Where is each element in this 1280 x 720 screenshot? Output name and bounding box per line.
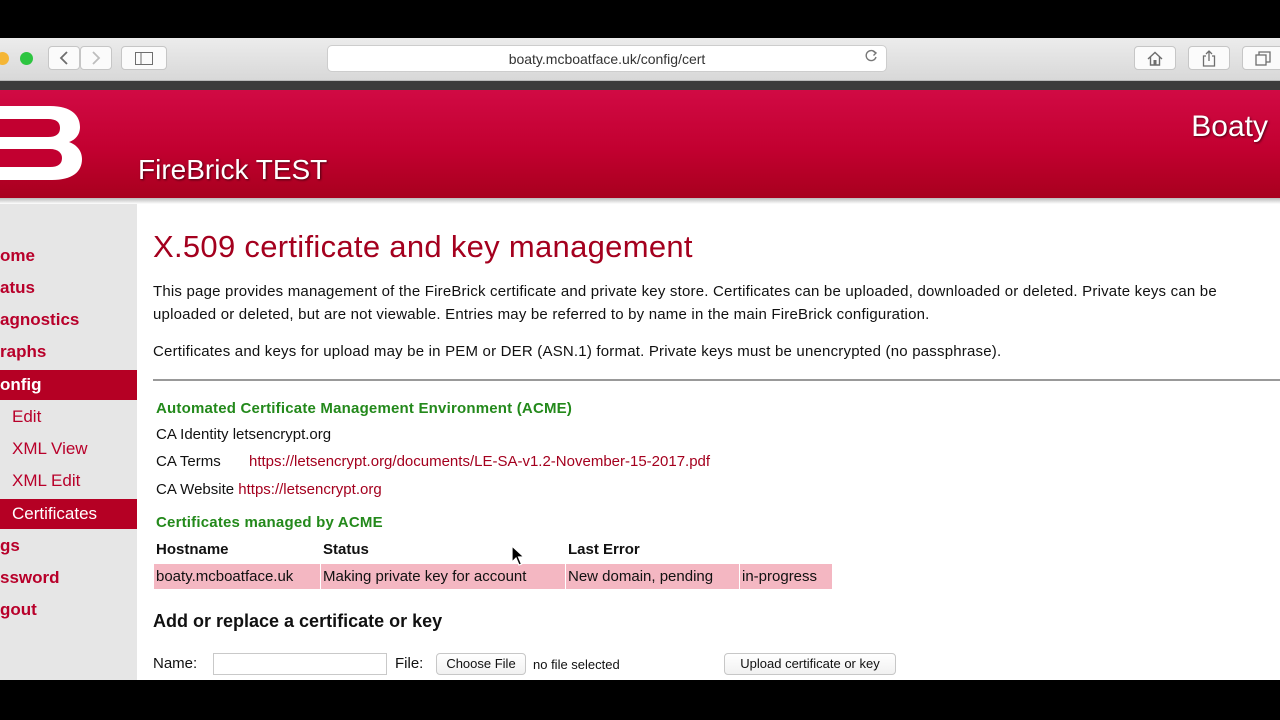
- sidebar-item[interactable]: agnostics: [0, 305, 137, 335]
- upload-button[interactable]: Upload certificate or key: [724, 653, 896, 675]
- sidebar-item-label: onfig: [0, 375, 42, 394]
- sidebar-item[interactable]: atus: [0, 273, 137, 303]
- no-file-text: no file selected: [533, 657, 620, 672]
- ca-website-row: CA Website https://letsencrypt.org: [156, 481, 382, 498]
- sidebar-item[interactable]: raphs: [0, 337, 137, 367]
- tab-strip: [0, 81, 1280, 90]
- url-text: boaty.mcboatface.uk/config/cert: [508, 51, 706, 67]
- reload-icon[interactable]: [864, 49, 878, 67]
- ca-terms-label: CA Terms: [156, 453, 221, 470]
- sidebar-item-label: Certificates: [12, 504, 98, 523]
- column-header-hostname: Hostname: [156, 541, 229, 558]
- sidebar-item[interactable]: XML Edit: [0, 466, 137, 496]
- ca-terms-link[interactable]: https://letsencrypt.org/documents/LE-SA-…: [249, 453, 710, 470]
- sidebar-item-label: gout: [0, 600, 37, 619]
- upload-heading: Add or replace a certificate or key: [153, 611, 443, 631]
- sidebar-item-label: XML Edit: [12, 471, 81, 490]
- device-hostname: Boaty: [1191, 110, 1268, 143]
- mouse-cursor-icon: [511, 545, 525, 566]
- cell-hostname: boaty.mcboatface.uk: [154, 564, 320, 589]
- name-label: Name:: [153, 655, 198, 672]
- divider: [153, 379, 1280, 381]
- sidebar-item-label: atus: [0, 278, 35, 297]
- sidebar-nav: ome atus agnostics raphs onfig Edit XML View XM…: [0, 204, 137, 680]
- sidebar-item-label: ssword: [0, 568, 60, 587]
- minimize-window-button[interactable]: [0, 52, 9, 65]
- home-icon: [1147, 51, 1163, 66]
- page-title: X.509 certificate and key management: [153, 229, 693, 264]
- sidebar-item[interactable]: Edit: [0, 402, 137, 432]
- ca-website-label: CA Website: [156, 481, 235, 498]
- sidebar-item-label: XML View: [12, 439, 88, 458]
- sidebar-item-label: Edit: [12, 407, 42, 426]
- zoom-window-button[interactable]: [20, 52, 33, 65]
- chevron-right-icon: [92, 51, 101, 65]
- sidebar-item[interactable]: gout: [0, 595, 137, 625]
- cell-status: Making private key for account: [321, 564, 565, 589]
- header-shadow: [0, 198, 1280, 204]
- site-header: FireBrick TEST Boaty: [0, 90, 1280, 198]
- back-button[interactable]: [48, 46, 80, 70]
- sidebar-item[interactable]: onfig: [0, 370, 137, 400]
- share-button[interactable]: [1188, 46, 1230, 70]
- forward-button[interactable]: [80, 46, 112, 70]
- ca-website-link[interactable]: https://letsencrypt.org: [238, 481, 381, 498]
- intro-paragraph: This page provides management of the Fir…: [153, 283, 1217, 323]
- ca-identity-label: CA Identity: [156, 426, 229, 443]
- cell-state: in-progress: [740, 564, 832, 589]
- tabs-icon: [1255, 50, 1271, 66]
- sidebar-item[interactable]: gs: [0, 531, 137, 561]
- browser-window: boaty.mcboatface.uk/config/cert FireBric…: [0, 38, 1280, 680]
- site-title: FireBrick TEST: [138, 154, 328, 185]
- cell-last-error: New domain, pending: [566, 564, 739, 589]
- choose-file-button[interactable]: Choose File: [436, 653, 526, 675]
- column-header-status: Status: [323, 541, 369, 558]
- sidebar-item-label: agnostics: [0, 310, 80, 329]
- browser-toolbar: boaty.mcboatface.uk/config/cert: [0, 38, 1280, 81]
- firebrick-logo: [0, 106, 82, 180]
- address-bar[interactable]: boaty.mcboatface.uk/config/cert: [327, 45, 887, 72]
- chevron-left-icon: [59, 51, 68, 65]
- ca-terms-row: CA Terms https://letsencrypt.org/document…: [156, 453, 710, 470]
- column-header-last-error: Last Error: [568, 541, 640, 558]
- ca-identity-row: CA Identity letsencrypt.org: [156, 426, 331, 443]
- sidebar-icon: [135, 51, 153, 65]
- sidebar-item-label: raphs: [0, 342, 47, 361]
- share-icon: [1202, 49, 1216, 67]
- sidebar-item-label: gs: [0, 536, 20, 555]
- tabs-overview-button[interactable]: [1242, 46, 1280, 70]
- sidebar-item-label: ome: [0, 246, 35, 265]
- sidebar-toggle-button[interactable]: [121, 46, 167, 70]
- file-label: File:: [395, 655, 424, 672]
- sidebar-item[interactable]: ome: [0, 241, 137, 271]
- acme-heading: Automated Certificate Management Environ…: [156, 400, 573, 417]
- sidebar-item[interactable]: XML View: [0, 434, 137, 464]
- format-paragraph: Certificates and keys for upload may be …: [153, 343, 1002, 360]
- sidebar-item[interactable]: Certificates: [0, 499, 137, 529]
- home-button[interactable]: [1134, 46, 1176, 70]
- name-input[interactable]: [213, 653, 387, 675]
- sidebar-item[interactable]: ssword: [0, 563, 137, 593]
- ca-identity-value: letsencrypt.org: [232, 426, 332, 443]
- managed-certs-heading: Certificates managed by ACME: [156, 514, 383, 531]
